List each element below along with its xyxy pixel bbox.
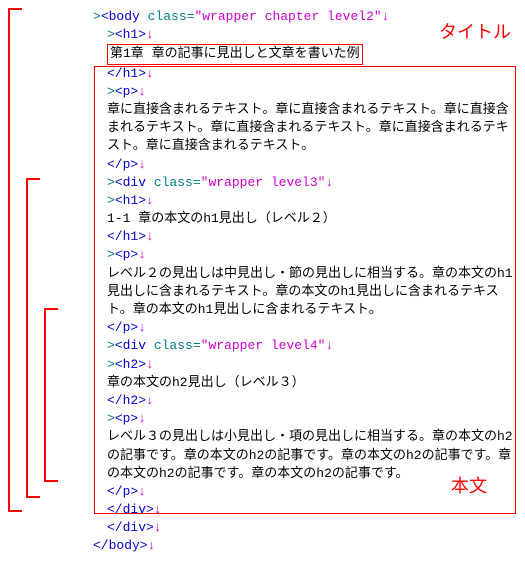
code-line: </div>↓ <box>93 519 517 537</box>
code-line: ><p>↓ <box>93 410 517 428</box>
code-text: 章に直接含まれるテキスト。章に直接含まれるテキスト。章に直接含まれるテキスト。章… <box>93 101 517 156</box>
code-line: </div>↓ <box>93 501 517 519</box>
code-text: レベル３の見出しは小見出し・項の見出しに相当する。章の本文のh2の記事です。章の… <box>93 428 517 483</box>
annotation-body: 本文 <box>451 476 487 501</box>
bracket-level-3 <box>44 308 58 482</box>
code-line: ><p>↓ <box>93 83 517 101</box>
code-line: ><h1>↓ <box>93 192 517 210</box>
annotation-title: タイトル <box>439 22 511 47</box>
code-line: </p>↓ <box>93 319 517 337</box>
bracket-level-1 <box>8 8 22 512</box>
code-line: </p>↓ <box>93 156 517 174</box>
title-box: 第1章 章の記事に見出しと文章を書いた例 <box>107 44 363 64</box>
code-line: ><p>↓ <box>93 246 517 264</box>
code-line: 第1章 章の記事に見出しと文章を書いた例 <box>93 44 517 64</box>
code-line: </h2>↓ <box>93 392 517 410</box>
code-diagram: タイトル 本文 ><body class="wrapper chapter le… <box>8 8 517 556</box>
code-text: レベル２の見出しは中見出し・節の見出しに相当する。章の本文のh1見出しに含まれる… <box>93 265 517 320</box>
code-line: ><div class="wrapper level3"↓ <box>93 174 517 192</box>
code-line: ><div class="wrapper level4"↓ <box>93 337 517 355</box>
bracket-level-2 <box>26 178 40 498</box>
code-line: </body>↓ <box>93 537 517 555</box>
code-text: 章の本文のh2見出し（レベル３） <box>93 374 517 392</box>
code-line: </h1>↓ <box>93 65 517 83</box>
code-line: </h1>↓ <box>93 228 517 246</box>
code-text: 1-1 章の本文のh1見出し（レベル２） <box>93 210 517 228</box>
code-line: ><h2>↓ <box>93 356 517 374</box>
